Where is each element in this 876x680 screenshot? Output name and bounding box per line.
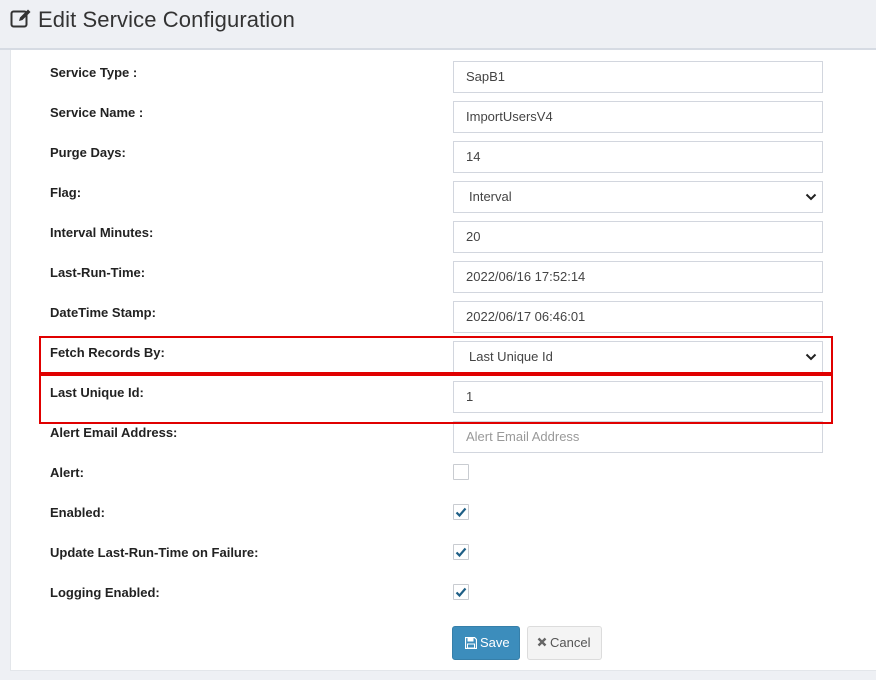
row-flag: Flag: Interval — [11, 171, 876, 213]
edit-icon — [10, 9, 31, 28]
save-label: Save — [480, 635, 510, 650]
logging-enabled-label: Logging Enabled: — [50, 585, 160, 600]
service-name-input[interactable]: ImportUsersV4 — [453, 101, 823, 133]
checkmark-icon — [455, 587, 467, 598]
row-datetime-stamp: DateTime Stamp: 2022/06/17 06:46:01 — [11, 291, 876, 333]
page-header: Edit Service Configuration — [0, 0, 876, 50]
interval-minutes-label: Interval Minutes: — [50, 225, 154, 240]
service-type-input[interactable]: SapB1 — [453, 61, 823, 93]
last-run-time-input[interactable]: 2022/06/16 17:52:14 — [453, 261, 823, 293]
checkmark-icon — [455, 547, 467, 558]
close-icon — [537, 637, 547, 647]
alert-email-input[interactable]: Alert Email Address — [453, 421, 823, 453]
last-run-time-label: Last-Run-Time: — [50, 265, 146, 280]
datetime-stamp-input[interactable]: 2022/06/17 06:46:01 — [453, 301, 823, 333]
flag-value: Interval — [469, 189, 512, 204]
purge-days-input[interactable]: 14 — [453, 141, 823, 173]
row-logging-enabled: Logging Enabled: — [11, 571, 876, 611]
row-purge-days: Purge Days: 14 — [11, 131, 876, 173]
row-enabled: Enabled: — [11, 491, 876, 531]
row-interval-minutes: Interval Minutes: 20 — [11, 211, 876, 253]
save-button[interactable]: Save — [452, 626, 520, 660]
enabled-checkbox[interactable] — [453, 504, 469, 520]
row-service-type: Service Type : SapB1 — [11, 51, 876, 93]
row-last-run-time: Last-Run-Time: 2022/06/16 17:52:14 — [11, 251, 876, 293]
highlight-last-unique-id — [39, 374, 833, 424]
alert-checkbox[interactable] — [453, 464, 469, 480]
page-title: Edit Service Configuration — [38, 7, 295, 32]
service-type-label: Service Type : — [50, 65, 138, 80]
flag-select[interactable]: Interval — [453, 181, 823, 213]
cancel-button[interactable]: Cancel — [527, 626, 602, 660]
service-name-label: Service Name : — [50, 105, 144, 120]
highlight-fetch-records-by — [39, 336, 833, 374]
update-on-failure-checkbox[interactable] — [453, 544, 469, 560]
row-alert: Alert: — [11, 451, 876, 491]
save-icon — [465, 637, 477, 649]
interval-minutes-input[interactable]: 20 — [453, 221, 823, 253]
row-service-name: Service Name : ImportUsersV4 — [11, 91, 876, 133]
flag-label: Flag: — [50, 185, 82, 200]
checkmark-icon — [455, 507, 467, 518]
purge-days-label: Purge Days: — [50, 145, 126, 160]
datetime-stamp-label: DateTime Stamp: — [50, 305, 156, 320]
logging-enabled-checkbox[interactable] — [453, 584, 469, 600]
cancel-label: Cancel — [550, 635, 591, 650]
alert-email-label: Alert Email Address: — [50, 425, 178, 440]
update-on-failure-label: Update Last-Run-Time on Failure: — [50, 545, 259, 560]
chevron-down-icon — [805, 193, 817, 201]
alert-label: Alert: — [50, 465, 84, 480]
row-update-on-failure: Update Last-Run-Time on Failure: — [11, 531, 876, 571]
enabled-label: Enabled: — [50, 505, 105, 520]
